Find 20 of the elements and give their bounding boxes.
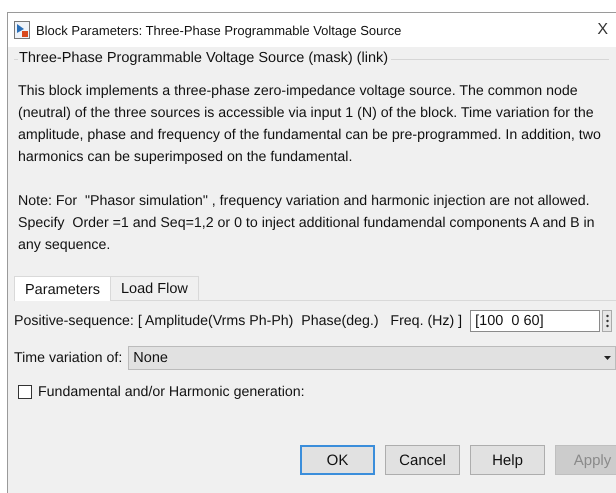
dialog-button[interactable]: Help xyxy=(470,445,545,475)
caret-icon xyxy=(604,356,611,360)
description-text: This block implements a three-phase zero-impedance voltage source. The common node (neutral) of the three sources is accessible via input 1 (N) of the block. Time variation for the amplitude, phase and frequency of the fundamental can be pre-programmed. In addition, two harmonics can be superimposed on the fundamental. xyxy=(18,82,602,167)
note-text: Note: For "Phasor simulation" , frequency variation and harmonic injection are not allowed. Specify Order =1 and Seq=1,2 or 0 to inject additional fundamendal components A and B in any sequence. xyxy=(18,192,596,255)
dialog-button[interactable]: Cancel xyxy=(385,445,460,475)
time-variation-label: Time variation of: xyxy=(14,350,122,366)
dots-icon xyxy=(606,314,609,328)
window-title: Block Parameters: Three-Phase Programmable Voltage Source xyxy=(36,22,402,38)
close-button[interactable]: X xyxy=(597,21,608,39)
checkbox[interactable] xyxy=(18,385,32,399)
positive-sequence-field[interactable]: [100 0 60] xyxy=(470,310,600,332)
block-icon xyxy=(14,21,30,39)
harmonic-generation-label: Fundamental and/or Harmonic generation: xyxy=(38,384,305,400)
tab[interactable]: Parameters xyxy=(14,276,111,301)
positive-sequence-label: Positive-sequence: [ Amplitude(Vrms Ph-Ph) Phase(deg.) Freq. (Hz) ] xyxy=(14,313,462,329)
tab[interactable]: Load Flow xyxy=(110,276,199,300)
dialog-button[interactable]: OK xyxy=(300,445,375,475)
group-title: Three-Phase Programmable Voltage Source (mask) (link) xyxy=(18,50,392,66)
time-variation-dropdown[interactable]: None xyxy=(128,346,616,370)
more-options-button[interactable] xyxy=(602,310,612,332)
